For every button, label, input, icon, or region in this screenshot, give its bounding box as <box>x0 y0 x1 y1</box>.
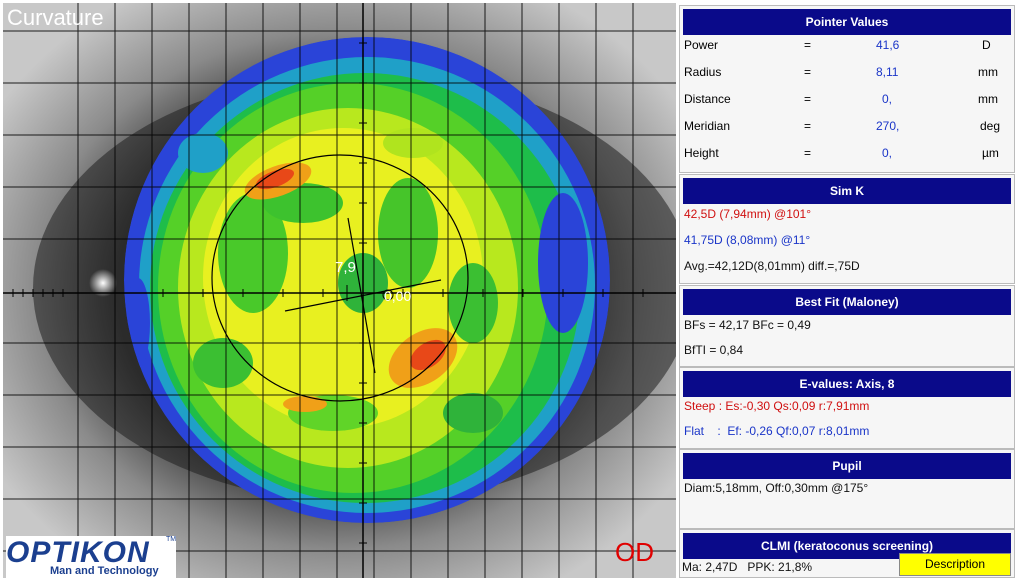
pointer-value: 270, <box>876 119 900 133</box>
description-button[interactable]: Description <box>899 553 1011 576</box>
e-values-section: E-values: Axis, 8 Steep : Es:-0,30 Qs:0,… <box>679 367 1015 449</box>
curvature-map[interactable]: Curvature 7,9 0,00 OD <box>3 3 676 578</box>
clmi-values: Ma: 2,47D PPK: 21,8% <box>682 560 813 574</box>
logo-tagline: Man and Technology <box>50 565 159 577</box>
pointer-unit: mm <box>978 92 998 106</box>
pointer-row-power: Power = 41,6 D <box>684 32 1008 59</box>
sim-k-steep: 42,5D (7,94mm) @101° <box>684 207 812 221</box>
sim-k-title: Sim K <box>683 178 1011 204</box>
pointer-eq: = <box>804 119 812 133</box>
pointer-value: 0, <box>882 146 893 160</box>
pointer-row-height: Height = 0, µm <box>684 140 1008 167</box>
pupil-title: Pupil <box>683 453 1011 479</box>
center-offset-label: 0,00 <box>384 288 412 304</box>
e-values-flat: Flat : Ef: -0,26 Qf:0,07 r:8,01mm <box>684 424 870 438</box>
optikon-logo: OPTIKON TM Man and Technology <box>6 536 176 580</box>
pointer-eq: = <box>804 38 812 52</box>
pointer-unit: mm <box>978 65 998 79</box>
sim-k-section: Sim K 42,5D (7,94mm) @101° 41,75D (8,08m… <box>679 174 1015 284</box>
map-title: Curvature <box>7 5 104 30</box>
best-fit-section: Best Fit (Maloney) BFs = 42,17 BFc = 0,4… <box>679 285 1015 367</box>
pointer-unit: D <box>982 38 991 52</box>
clmi-section: CLMI (keratoconus screening) Ma: 2,47D P… <box>679 529 1015 578</box>
pointer-label: Height <box>684 146 719 160</box>
e-values-steep: Steep : Es:-0,30 Qs:0,09 r:7,91mm <box>684 399 870 413</box>
eye-indicator: OD <box>615 537 654 567</box>
pointer-unit: deg <box>980 119 1001 133</box>
center-value-label: 7,9 <box>335 259 356 276</box>
info-panel: Pointer Values Power = 41,6 D Radius = 8… <box>679 3 1015 578</box>
pointer-value: 0, <box>882 92 893 106</box>
e-values-title: E-values: Axis, 8 <box>683 371 1011 397</box>
pupil-section: Pupil Diam:5,18mm, Off:0,30mm @175° <box>679 449 1015 529</box>
pointer-label: Radius <box>684 65 722 79</box>
pointer-unit: µm <box>982 146 999 160</box>
pointer-value: 8,11 <box>876 65 899 79</box>
pointer-value: 41,6 <box>876 38 900 52</box>
pointer-label: Distance <box>684 92 731 106</box>
pointer-values-section: Pointer Values Power = 41,6 D Radius = 8… <box>679 5 1015 173</box>
pointer-label: Meridian <box>684 119 731 133</box>
topography-svg <box>3 3 676 578</box>
pointer-row-radius: Radius = 8,11 mm <box>684 59 1008 86</box>
pointer-row-meridian: Meridian = 270, deg <box>684 113 1008 140</box>
best-fit-title: Best Fit (Maloney) <box>683 289 1011 315</box>
pupil-info: Diam:5,18mm, Off:0,30mm @175° <box>684 481 869 495</box>
pointer-eq: = <box>804 65 812 79</box>
pointer-label: Power <box>684 38 719 52</box>
sim-k-average: Avg.=42,12D(8,01mm) diff.=,75D <box>684 259 860 273</box>
pointer-eq: = <box>804 146 812 160</box>
best-fit-line2: BfTI = 0,84 <box>684 343 744 357</box>
best-fit-line1: BFs = 42,17 BFc = 0,49 <box>684 318 811 332</box>
pointer-eq: = <box>804 92 812 106</box>
logo-trademark: TM <box>166 536 177 543</box>
sim-k-flat: 41,75D (8,08mm) @11° <box>684 233 811 247</box>
pointer-row-distance: Distance = 0, mm <box>684 86 1008 113</box>
